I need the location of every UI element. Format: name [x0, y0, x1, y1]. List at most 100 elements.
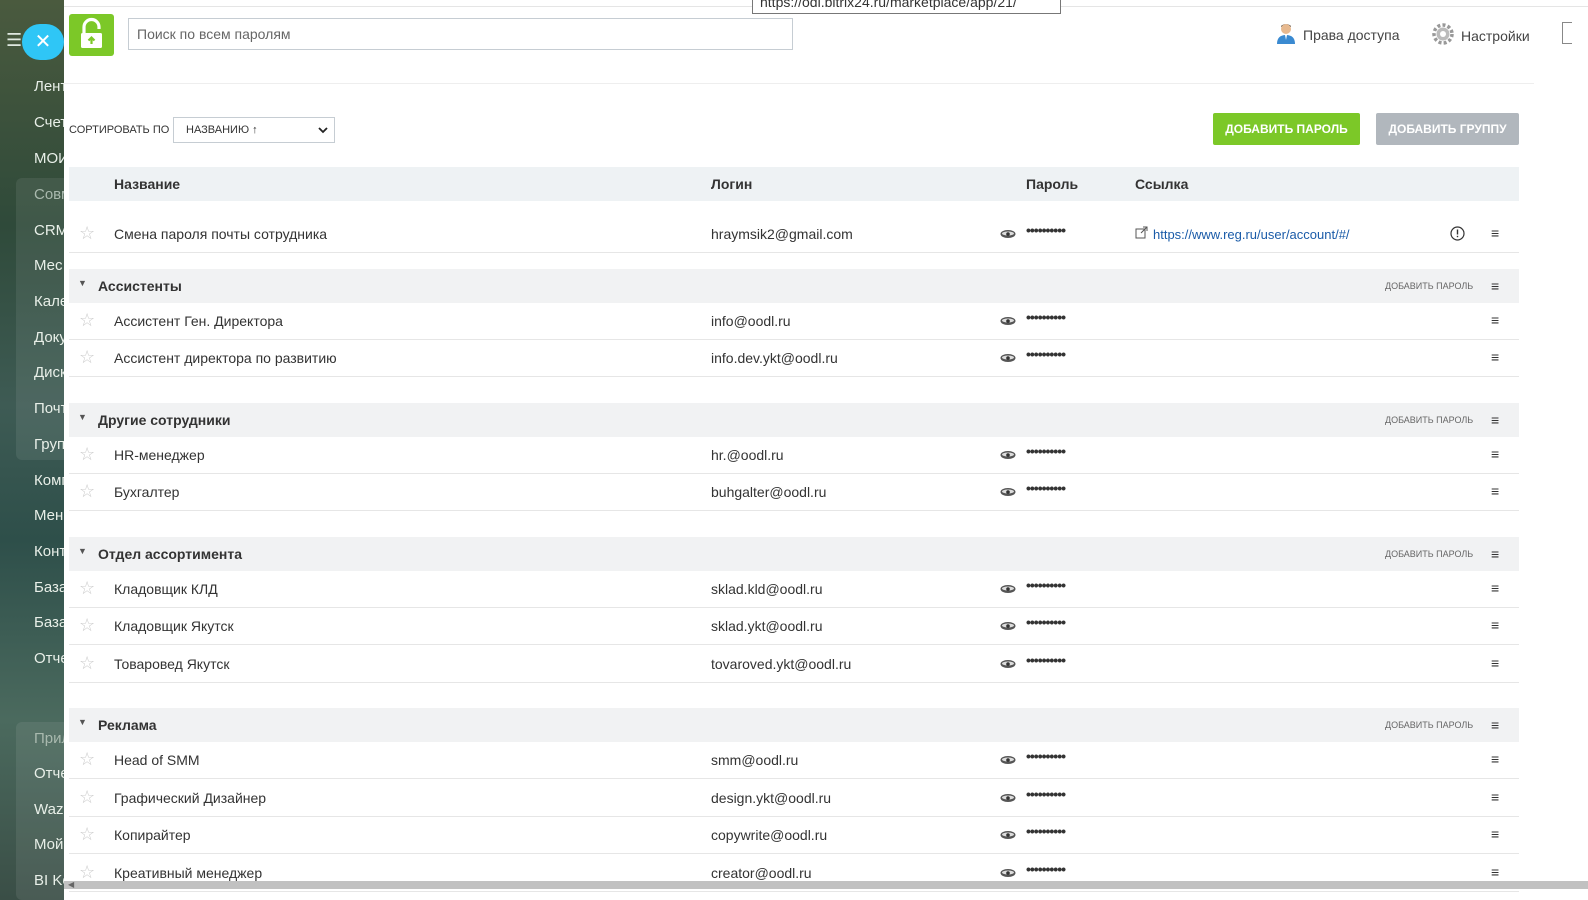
login-value[interactable]: tovaroved.ykt@oodl.ru — [711, 656, 851, 672]
column-header-link[interactable]: Ссылка — [1135, 176, 1188, 192]
horizontal-scrollbar[interactable] — [64, 881, 1588, 889]
password-name[interactable]: HR-менеджер — [114, 447, 205, 463]
password-name[interactable]: Head of SMM — [114, 752, 200, 768]
password-mask[interactable]: •••••••••• — [1026, 861, 1066, 877]
group-add-password-link[interactable]: ДОБАВИТЬ ПАРОЛЬ — [1385, 549, 1473, 559]
group-menu-icon[interactable]: ≡ — [1491, 717, 1499, 733]
password-mask[interactable]: •••••••••• — [1026, 346, 1066, 362]
nav-item[interactable]: Комп — [34, 472, 66, 489]
nav-item[interactable]: База — [34, 614, 66, 631]
password-mask[interactable]: •••••••••• — [1026, 614, 1066, 630]
favorite-star-icon[interactable]: ☆ — [79, 825, 95, 843]
nav-item[interactable]: Мес — [34, 257, 63, 274]
favorite-star-icon[interactable]: ☆ — [79, 311, 95, 329]
password-name[interactable]: Кладовщик Якутск — [114, 618, 234, 634]
cropped-header-control[interactable] — [1562, 22, 1572, 44]
table-row[interactable]: ☆ Графический Дизайнер design.ykt@oodl.ru •… — [69, 780, 1519, 817]
favorite-star-icon[interactable]: ☆ — [79, 863, 95, 881]
show-password-icon[interactable] — [1000, 484, 1016, 500]
hamburger-icon[interactable]: ☰ — [6, 30, 22, 51]
nav-item[interactable]: Груп — [34, 436, 65, 453]
password-mask[interactable]: •••••••••• — [1026, 577, 1066, 593]
password-mask[interactable]: •••••••••• — [1026, 748, 1066, 764]
close-slider-button[interactable]: ✕ — [22, 24, 64, 60]
favorite-star-icon[interactable]: ☆ — [79, 654, 95, 672]
settings-link[interactable]: Настройки — [1431, 22, 1530, 49]
nav-item[interactable]: BI Ko — [34, 872, 66, 889]
password-name[interactable]: Смена пароля почты сотрудника — [114, 226, 327, 242]
nav-item[interactable]: Лент — [34, 78, 66, 95]
row-menu-icon[interactable]: ≡ — [1491, 225, 1499, 241]
table-row[interactable]: ☆ Смена пароля почты сотрудника hraymsik2@… — [69, 216, 1519, 253]
login-value[interactable]: creator@oodl.ru — [711, 865, 812, 881]
row-menu-icon[interactable]: ≡ — [1491, 655, 1499, 671]
table-row[interactable]: ☆ Кладовщик Якутск sklad.ykt@oodl.ru ••••••… — [69, 608, 1519, 645]
password-mask[interactable]: •••••••••• — [1026, 443, 1066, 459]
show-password-icon[interactable] — [1000, 827, 1016, 843]
nav-item[interactable]: Кале — [34, 293, 66, 310]
row-menu-icon[interactable]: ≡ — [1491, 349, 1499, 365]
table-row[interactable]: ☆ Ассистент директора по развитию info.dev… — [69, 340, 1519, 377]
login-value[interactable]: info.dev.ykt@oodl.ru — [711, 350, 838, 366]
password-name[interactable]: Копирайтер — [114, 827, 191, 843]
password-mask[interactable]: •••••••••• — [1026, 652, 1066, 668]
login-value[interactable]: hr.@oodl.ru — [711, 447, 784, 463]
favorite-star-icon[interactable]: ☆ — [79, 750, 95, 768]
favorite-star-icon[interactable]: ☆ — [79, 445, 95, 463]
group-header[interactable]: ▼ Ассистенты ДОБАВИТЬ ПАРОЛЬ ≡ — [69, 268, 1519, 303]
group-menu-icon[interactable]: ≡ — [1491, 546, 1499, 562]
password-mask[interactable]: •••••••••• — [1026, 786, 1066, 802]
show-password-icon[interactable] — [1000, 226, 1016, 242]
group-name[interactable]: Отдел ассортимента — [98, 546, 242, 562]
group-add-password-link[interactable]: ДОБАВИТЬ ПАРОЛЬ — [1385, 281, 1473, 291]
nav-item[interactable]: CRM — [34, 222, 66, 239]
nav-item[interactable]: Диск — [34, 364, 66, 381]
password-mask[interactable]: •••••••••• — [1026, 480, 1066, 496]
column-header-login[interactable]: Логин — [711, 176, 752, 192]
row-menu-icon[interactable]: ≡ — [1491, 789, 1499, 805]
sort-select[interactable]: НАЗВАНИЮ ↑ — [173, 117, 335, 143]
nav-item[interactable]: Прил — [34, 730, 66, 747]
table-row[interactable]: ☆ Head of SMM smm@oodl.ru •••••••••• ≡ — [69, 742, 1519, 779]
show-password-icon[interactable] — [1000, 313, 1016, 329]
add-group-button[interactable]: ДОБАВИТЬ ГРУППУ — [1376, 113, 1519, 145]
row-menu-icon[interactable]: ≡ — [1491, 864, 1499, 880]
column-header-name[interactable]: Название — [114, 176, 180, 192]
group-header[interactable]: ▼ Другие сотрудники ДОБАВИТЬ ПАРОЛЬ ≡ — [69, 402, 1519, 437]
password-name[interactable]: Ассистент директора по развитию — [114, 350, 337, 366]
row-menu-icon[interactable]: ≡ — [1491, 483, 1499, 499]
login-value[interactable]: hraymsik2@gmail.com — [711, 226, 853, 242]
group-header[interactable]: ▼ Отдел ассортимента ДОБАВИТЬ ПАРОЛЬ ≡ — [69, 536, 1519, 571]
row-menu-icon[interactable]: ≡ — [1491, 751, 1499, 767]
collapse-caret-icon[interactable]: ▼ — [78, 546, 87, 556]
favorite-star-icon[interactable]: ☆ — [79, 616, 95, 634]
row-menu-icon[interactable]: ≡ — [1491, 446, 1499, 462]
show-password-icon[interactable] — [1000, 752, 1016, 768]
favorite-star-icon[interactable]: ☆ — [79, 348, 95, 366]
group-name[interactable]: Другие сотрудники — [98, 412, 230, 428]
table-row[interactable]: ☆ Товаровед Якутск tovaroved.ykt@oodl.ru ••… — [69, 646, 1519, 683]
show-password-icon[interactable] — [1000, 447, 1016, 463]
nav-item[interactable]: Совм — [34, 186, 66, 203]
show-password-icon[interactable] — [1000, 618, 1016, 634]
nav-item[interactable]: МОИ — [34, 150, 66, 167]
link-url[interactable]: https://www.reg.ru/user/account/#/ — [1153, 227, 1350, 242]
warning-icon[interactable] — [1450, 226, 1465, 244]
login-value[interactable]: sklad.kld@oodl.ru — [711, 581, 823, 597]
login-value[interactable]: sklad.ykt@oodl.ru — [711, 618, 822, 634]
favorite-star-icon[interactable]: ☆ — [79, 579, 95, 597]
group-name[interactable]: Ассистенты — [98, 278, 182, 294]
row-menu-icon[interactable]: ≡ — [1491, 826, 1499, 842]
password-name[interactable]: Товаровед Якутск — [114, 656, 229, 672]
group-name[interactable]: Реклама — [98, 717, 157, 733]
password-name[interactable]: Ассистент Ген. Директора — [114, 313, 283, 329]
column-header-password[interactable]: Пароль — [1026, 176, 1078, 192]
nav-item[interactable]: Мен — [34, 507, 63, 524]
group-header[interactable]: ▼ Реклама ДОБАВИТЬ ПАРОЛЬ ≡ — [69, 708, 1519, 742]
nav-item[interactable]: Счет — [34, 114, 66, 131]
password-mask[interactable]: •••••••••• — [1026, 823, 1066, 839]
nav-item[interactable]: Почт — [34, 400, 66, 417]
external-link[interactable]: https://www.reg.ru/user/account/#/ — [1135, 226, 1350, 242]
table-row[interactable]: ☆ Бухгалтер buhgalter@oodl.ru •••••••••• ≡ — [69, 474, 1519, 511]
nav-item[interactable]: Отче — [34, 765, 66, 782]
